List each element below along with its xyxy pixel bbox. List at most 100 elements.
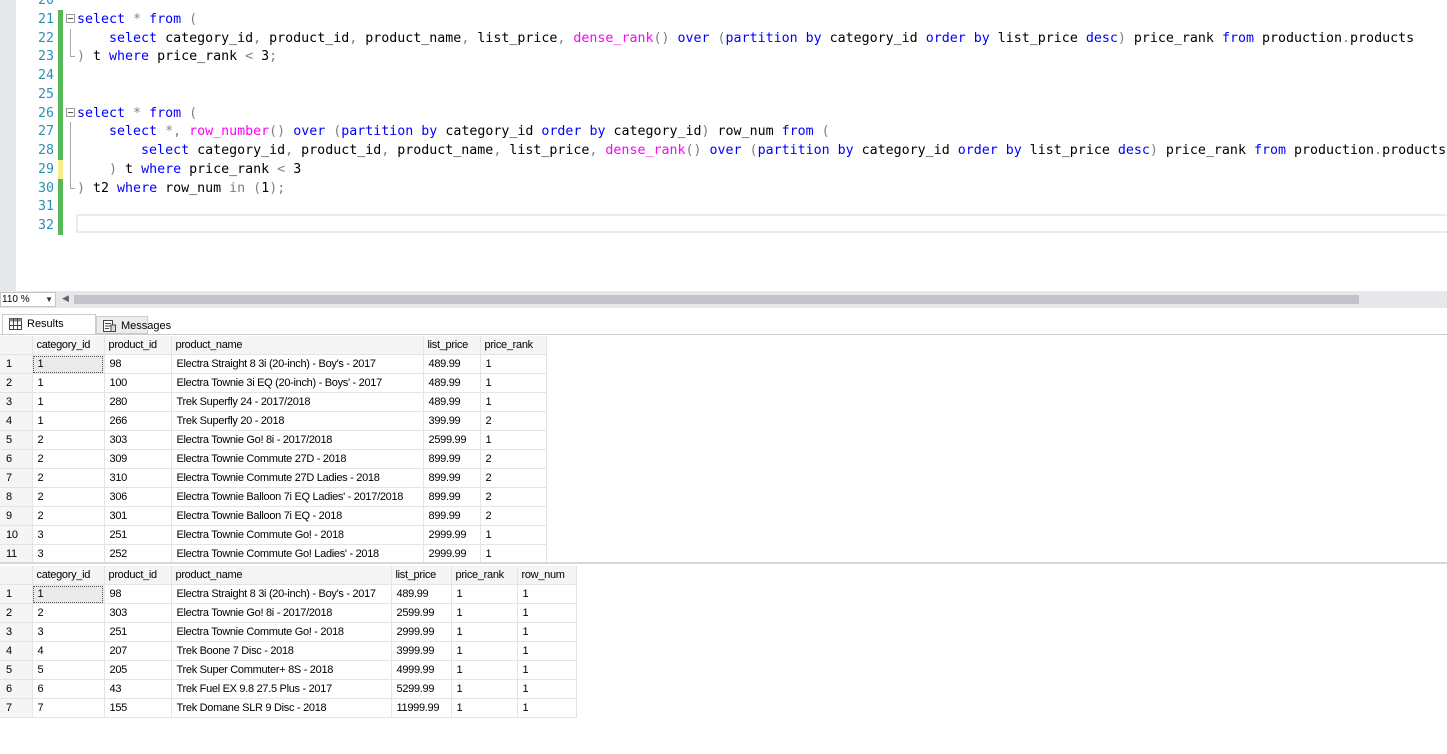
table-cell[interactable]: 1 <box>517 584 577 604</box>
table-row[interactable]: 4 4 207 Trek Boone 7 Disc - 2018 3999.99 1 1 <box>0 641 577 661</box>
scroll-left-icon[interactable]: ◀ <box>62 293 69 304</box>
table-cell[interactable]: Electra Straight 8 3i (20-inch) - Boy's … <box>171 584 392 604</box>
table-cell[interactable]: 266 <box>104 411 172 431</box>
row-number[interactable]: 11 <box>0 544 33 562</box>
column-header[interactable]: product_name <box>170 336 424 355</box>
table-row[interactable]: 1 1 98 Electra Straight 8 3i (20-inch) - Bo… <box>0 354 547 374</box>
code-line[interactable]: 20 <box>16 0 1447 10</box>
table-cell[interactable]: 301 <box>104 506 172 526</box>
table-cell[interactable]: 1 <box>480 544 547 562</box>
table-row[interactable]: 6 6 43 Trek Fuel EX 9.8 27.5 Plus - 2017 529… <box>0 679 577 699</box>
table-cell[interactable]: 2999.99 <box>423 525 481 545</box>
table-row[interactable]: 5 5 205 Trek Super Commuter+ 8S - 2018 4999.… <box>0 660 577 680</box>
table-cell[interactable]: 100 <box>104 373 172 393</box>
table-cell[interactable]: 1 <box>480 373 547 393</box>
table-cell[interactable]: 2999.99 <box>391 622 452 642</box>
row-number[interactable]: 4 <box>0 641 33 661</box>
row-number[interactable]: 4 <box>0 411 33 431</box>
row-number[interactable]: 3 <box>0 622 33 642</box>
table-cell[interactable]: 207 <box>104 641 172 661</box>
table-cell[interactable]: 2 <box>480 411 547 431</box>
table-cell[interactable]: 98 <box>104 584 172 604</box>
table-row[interactable]: 5 2 303 Electra Townie Go! 8i - 2017/2018 25… <box>0 430 547 450</box>
row-number[interactable]: 8 <box>0 487 33 507</box>
table-cell[interactable]: 899.99 <box>423 449 481 469</box>
table-cell[interactable]: 2 <box>480 449 547 469</box>
table-cell[interactable]: 489.99 <box>423 354 481 374</box>
table-cell[interactable]: 1 <box>517 603 577 623</box>
table-row[interactable]: 7 7 155 Trek Domane SLR 9 Disc - 2018 11999.… <box>0 698 577 718</box>
table-cell[interactable]: 98 <box>104 354 172 374</box>
table-cell[interactable]: 3 <box>32 622 105 642</box>
table-cell[interactable]: 1 <box>451 698 518 718</box>
table-cell[interactable]: 489.99 <box>391 584 452 604</box>
table-cell[interactable]: 2 <box>32 449 105 469</box>
table-cell[interactable]: 1 <box>517 641 577 661</box>
table-row[interactable]: 1 1 98 Electra Straight 8 3i (20-inch) - Bo… <box>0 584 577 604</box>
table-cell[interactable]: 1 <box>451 660 518 680</box>
table-cell[interactable]: 303 <box>104 430 172 450</box>
row-number[interactable]: 9 <box>0 506 33 526</box>
table-cell[interactable]: 489.99 <box>423 392 481 412</box>
table-cell[interactable]: 399.99 <box>423 411 481 431</box>
table-cell[interactable]: 1 <box>32 373 105 393</box>
table-cell[interactable]: 7 <box>32 698 105 718</box>
table-cell[interactable]: 303 <box>104 603 172 623</box>
table-row[interactable]: 7 2 310 Electra Townie Commute 27D Ladies -… <box>0 468 547 488</box>
table-cell[interactable]: Electra Townie Commute Go! - 2018 <box>171 525 424 545</box>
table-cell[interactable]: 2 <box>32 430 105 450</box>
table-cell[interactable]: Electra Townie Balloon 7i EQ - 2018 <box>171 506 424 526</box>
table-cell[interactable]: 899.99 <box>423 506 481 526</box>
code-line[interactable]: 23) t where price_rank < 3; <box>16 47 1447 67</box>
table-cell[interactable]: 1 <box>480 354 547 374</box>
row-number[interactable]: 2 <box>0 603 33 623</box>
tab-results[interactable]: Results <box>2 314 96 334</box>
code-line[interactable]: 29 ) t where price_rank < 3 <box>16 159 1447 179</box>
row-number[interactable]: 5 <box>0 660 33 680</box>
code-line[interactable]: 22 select category_id, product_id, produ… <box>16 28 1447 48</box>
table-cell[interactable]: 1 <box>451 679 518 699</box>
table-cell[interactable]: 1 <box>517 660 577 680</box>
table-cell[interactable]: 1 <box>32 411 105 431</box>
table-cell[interactable]: 1 <box>32 354 105 374</box>
table-cell[interactable]: 280 <box>104 392 172 412</box>
table-row[interactable]: 10 3 251 Electra Townie Commute Go! - 2018 2… <box>0 525 547 545</box>
row-number[interactable]: 5 <box>0 430 33 450</box>
table-cell[interactable]: 1 <box>451 584 518 604</box>
code-line[interactable]: 21 select * from ( <box>16 9 1447 29</box>
table-cell[interactable]: Electra Townie Go! 8i - 2017/2018 <box>171 430 424 450</box>
table-cell[interactable]: 899.99 <box>423 468 481 488</box>
horizontal-scrollbar-thumb[interactable] <box>74 295 1359 304</box>
table-cell[interactable]: 489.99 <box>423 373 481 393</box>
table-cell[interactable]: 306 <box>104 487 172 507</box>
table-cell[interactable]: Electra Townie 3i EQ (20-inch) - Boys' -… <box>171 373 424 393</box>
column-header[interactable]: category_id <box>31 336 105 355</box>
table-row[interactable]: 4 1 266 Trek Superfly 20 - 2018 399.99 2 <box>0 411 547 431</box>
table-cell[interactable]: 5 <box>32 660 105 680</box>
table-cell[interactable]: 1 <box>480 430 547 450</box>
row-number[interactable]: 3 <box>0 392 33 412</box>
table-cell[interactable]: 2 <box>480 487 547 507</box>
column-header[interactable]: list_price <box>390 566 452 585</box>
table-cell[interactable]: 1 <box>451 622 518 642</box>
table-cell[interactable]: 251 <box>104 622 172 642</box>
row-number[interactable]: 6 <box>0 679 33 699</box>
table-cell[interactable]: 2599.99 <box>391 603 452 623</box>
column-header[interactable]: product_id <box>103 336 172 355</box>
row-number[interactable]: 6 <box>0 449 33 469</box>
row-number[interactable]: 10 <box>0 525 33 545</box>
table-cell[interactable]: 1 <box>32 392 105 412</box>
table-cell[interactable]: 6 <box>32 679 105 699</box>
row-number[interactable]: 2 <box>0 373 33 393</box>
table-cell[interactable]: 1 <box>517 698 577 718</box>
table-cell[interactable]: Electra Townie Commute 27D Ladies - 2018 <box>171 468 424 488</box>
table-cell[interactable]: 1 <box>451 641 518 661</box>
table-cell[interactable]: 205 <box>104 660 172 680</box>
table-row[interactable]: 8 2 306 Electra Townie Balloon 7i EQ Ladies… <box>0 487 547 507</box>
collapse-icon[interactable] <box>66 107 75 117</box>
table-cell[interactable]: 2 <box>32 468 105 488</box>
table-cell[interactable]: 1 <box>517 679 577 699</box>
table-cell[interactable]: 2 <box>32 603 105 623</box>
table-cell[interactable]: 1 <box>32 584 105 604</box>
row-number[interactable]: 7 <box>0 698 33 718</box>
